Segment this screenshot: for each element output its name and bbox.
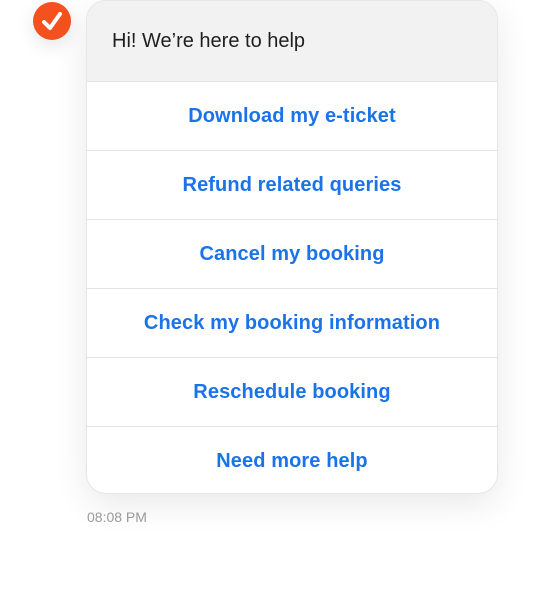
checkmark-icon [40, 9, 64, 33]
option-need-more-help[interactable]: Need more help [87, 427, 497, 493]
greeting-message: Hi! We’re here to help [87, 1, 497, 82]
option-download-e-ticket[interactable]: Download my e-ticket [87, 82, 497, 151]
bot-avatar [33, 2, 71, 40]
option-reschedule-booking[interactable]: Reschedule booking [87, 358, 497, 427]
message-timestamp: 08:08 PM [87, 509, 147, 525]
quick-reply-card: Hi! We’re here to help Download my e-tic… [86, 0, 498, 494]
chat-widget: Hi! We’re here to help Download my e-tic… [0, 0, 534, 596]
option-check-booking-info[interactable]: Check my booking information [87, 289, 497, 358]
option-cancel-booking[interactable]: Cancel my booking [87, 220, 497, 289]
option-refund-queries[interactable]: Refund related queries [87, 151, 497, 220]
